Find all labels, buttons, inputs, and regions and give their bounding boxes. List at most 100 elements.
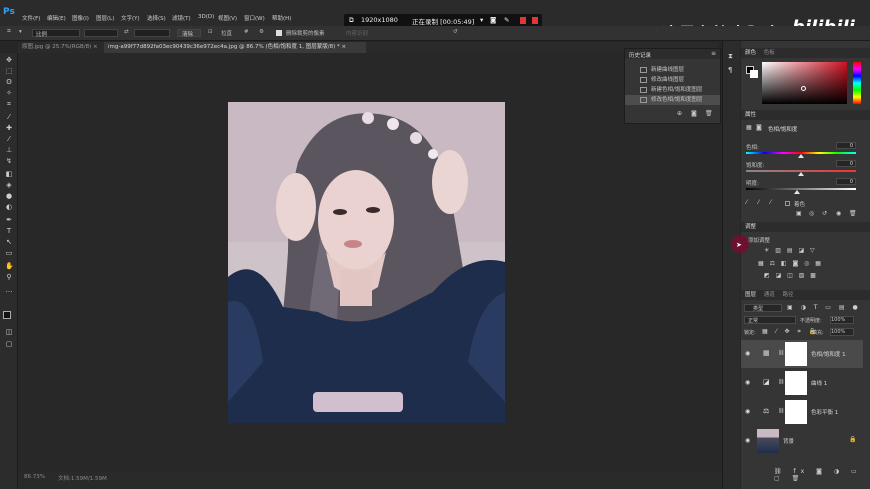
more-tools-icon[interactable]: … [5,287,13,294]
clone-stamp-icon[interactable]: ⊥ [5,147,13,154]
menu-filter[interactable]: 滤镜(T) [172,14,191,22]
reset-icon[interactable]: ↺ [822,210,827,217]
eyedropper-plus-icon[interactable]: ⁄ [758,199,759,206]
clear-button[interactable]: 清除 [177,29,201,38]
tab-layers[interactable]: 图层 [745,292,756,298]
height-field[interactable] [134,29,170,37]
swap-icon[interactable]: ⇄ [124,29,129,35]
adjustment-icons-row-1[interactable]: ☀ ▥ ▤ ◪ ▽ [764,247,817,254]
layer-filter-icons[interactable]: ▣ ◑ T ▭ ▤ ● [787,304,861,311]
eye-visibility-icon[interactable]: ◉ [745,379,750,386]
lightness-slider-thumb[interactable] [794,190,800,194]
pen-icon[interactable]: ✎ [504,16,509,24]
menu-select[interactable]: 选择(S) [147,14,166,22]
clip-to-layer-icon[interactable]: ▣ [796,210,802,217]
crop-tool-icon[interactable]: ⌗ [5,101,13,108]
layer-name[interactable]: 色彩平衡 1 [811,408,838,416]
stop-record-icon[interactable] [532,17,538,24]
zoom-tool-icon[interactable]: ⚲ [5,274,13,281]
view-previous-icon[interactable]: ◎ [809,210,814,217]
straighten-label[interactable]: 拉直 [221,29,232,37]
tab-original[interactable]: 原图.jpg @ 25.7%(RGB/8) × [18,42,102,53]
menu-help[interactable]: 帮助(H) [272,14,291,22]
history-brush-icon[interactable]: ↯ [5,158,13,165]
snapshot-camera-icon[interactable]: ◙ [691,110,697,117]
properties-title[interactable]: 属性 [745,112,756,118]
color-picker-field[interactable] [762,62,847,104]
link-icon[interactable]: ⛓ [778,408,784,414]
brush-tool-icon[interactable]: ⁄ [5,136,13,143]
eyedropper-tool-icon[interactable]: ⁄ [5,114,13,121]
marquee-tool-icon[interactable]: ⬚ [5,68,13,75]
magic-wand-tool-icon[interactable]: ✧ [5,90,13,97]
straighten-icon[interactable]: ⊡ [208,29,213,35]
healing-brush-icon[interactable]: ✚ [5,125,13,132]
menu-file[interactable]: 文件(F) [22,14,40,22]
color-picker-handle[interactable] [801,86,806,91]
dodge-tool-icon[interactable]: ◐ [5,204,13,211]
fill-field[interactable]: 100% [830,328,854,336]
crop-tool-icon[interactable]: ⌗ [7,27,11,36]
settings-gear-icon[interactable]: ⚙ [259,29,264,35]
layer-row-color-balance[interactable]: ◉ ⚖ ⛓ 色彩平衡 1 [741,398,863,426]
tab-color[interactable]: 颜色 [745,50,756,56]
eye-visibility-icon[interactable]: ◉ [745,350,750,357]
layers-footer-icons[interactable]: ⛓ fx ◙ ◑ ▭ ▢ 🗑 [774,468,870,482]
mask-icon[interactable]: ◙ [756,124,762,131]
layer-name[interactable]: 曲线 1 [811,379,827,387]
history-title[interactable]: 历史记录 [629,51,651,59]
eyedropper-icon[interactable]: ⁄ [746,199,747,206]
background-swatch[interactable] [750,70,758,78]
tab-channels[interactable]: 通道 [764,292,775,298]
layer-mask-thumbnail[interactable] [785,371,807,395]
document-image[interactable] [228,102,505,423]
layer-name[interactable]: 色相/饱和度 1 [811,350,846,358]
new-document-from-state-icon[interactable]: ⊕ [677,110,682,117]
colorize-checkbox[interactable] [785,201,790,206]
ratio-select[interactable]: 比例 [32,29,80,38]
type-tool-icon[interactable]: T [5,228,13,235]
menu-window[interactable]: 窗口(W) [244,14,265,22]
pause-record-icon[interactable] [520,17,526,24]
eye-visibility-icon[interactable]: ◉ [745,408,750,415]
eraser-tool-icon[interactable]: ◧ [5,171,13,178]
link-icon[interactable]: ⛓ [778,379,784,385]
delete-trash-icon[interactable]: 🗑 [705,110,713,117]
lightness-track[interactable] [746,188,856,190]
dropdown-icon[interactable]: ▾ [480,16,483,24]
content-aware-label[interactable]: 内容识别 [346,29,368,37]
saturation-slider-thumb[interactable] [798,172,804,176]
tab-swatches[interactable]: 色板 [764,50,775,56]
eye-visibility-icon[interactable]: ◉ [745,437,750,444]
blend-mode-select[interactable]: 正常 [744,316,796,324]
hue-value-field[interactable]: 0 [836,142,856,149]
layer-mask-thumbnail[interactable] [785,342,807,366]
blur-tool-icon[interactable]: ● [5,193,13,200]
delete-pixels-checkbox[interactable] [276,30,282,36]
tab-active-document[interactable]: img-a99f77d892fa03ec90439c36e972ec4a.jpg… [104,42,366,53]
tab-paths[interactable]: 路径 [783,292,794,298]
layer-row-hue-saturation[interactable]: ◉ ▦ ⛓ 色相/饱和度 1 [741,340,863,368]
layer-mask-thumbnail[interactable] [785,400,807,424]
tool-preset-dropdown-icon[interactable]: ▾ [19,29,22,35]
adjustment-icons-row-2[interactable]: ▦ ⚖ ◧ ◙ ◎ ▦ [758,260,823,267]
hand-tool-icon[interactable]: ✋ [5,263,14,270]
layer-name[interactable]: 背景 [783,437,794,445]
photo-thumbnail[interactable] [757,429,779,453]
link-icon[interactable]: ⛓ [778,350,784,356]
delete-trash-icon[interactable]: 🗑 [849,210,857,217]
lasso-tool-icon[interactable]: ʘ [5,79,13,86]
history-item[interactable]: 新建色相/饱和度图层 [625,85,720,95]
recorder-resolution[interactable]: 1920x1080 [361,16,398,24]
recorder-window-icon[interactable]: ⧉ [349,16,354,25]
menu-view[interactable]: 视图(V) [218,14,237,22]
layer-row-curves[interactable]: ◉ ◪ ⛓ 曲线 1 [741,369,863,397]
lock-icons[interactable]: ▦ ⁄ ✥ ⌗ 🔒 [762,328,819,336]
menu-edit[interactable]: 编辑(E) [47,14,66,22]
layer-filter-select[interactable]: 类型 [744,304,782,312]
hue-slider[interactable] [853,62,861,104]
eyedropper-minus-icon[interactable]: ⁄ [770,199,771,206]
camera-icon[interactable]: ◙ [490,16,496,24]
opacity-field[interactable]: 100% [830,316,854,324]
foreground-color-swatch[interactable] [3,311,11,319]
